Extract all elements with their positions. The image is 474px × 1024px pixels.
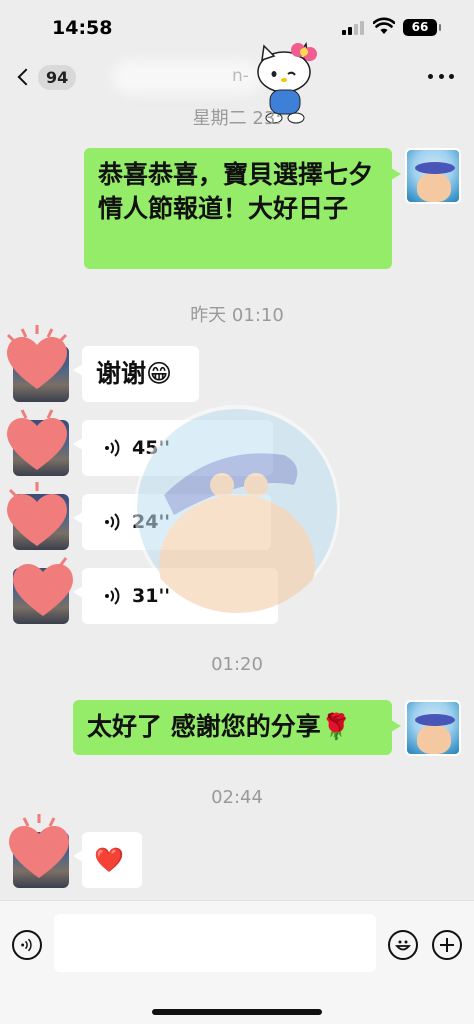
chevron-left-icon [17, 68, 35, 86]
message-bubble-sent[interactable]: 恭喜恭喜，寶貝選擇七夕情人節報道！大好日子 [84, 148, 401, 269]
more-dot-icon [438, 74, 444, 79]
voice-message-bubble[interactable]: 24'' [73, 494, 271, 550]
my-avatar[interactable] [405, 700, 461, 756]
message-bubble-sent[interactable]: 太好了 感謝您的分享🌹 [73, 700, 401, 755]
timestamp: 01:20 [211, 654, 263, 675]
more-dot-icon [449, 74, 454, 79]
voice-input-button[interactable] [12, 930, 42, 960]
back-button[interactable]: 94 [16, 62, 77, 92]
timestamp: 星期二 23: [192, 108, 282, 129]
battery-icon: 66 [403, 19, 441, 36]
status-time: 14:58 [52, 17, 113, 39]
voice-wave-icon [105, 439, 120, 457]
message-bubble-received[interactable]: 谢谢😁 [73, 346, 199, 402]
voice-message-bubble[interactable]: 31'' [73, 568, 278, 624]
timestamp: 02:44 [211, 787, 263, 808]
cellular-signal-icon [342, 21, 366, 35]
chat-header: 94 n- [0, 56, 474, 100]
heart-sticker-icon [9, 814, 69, 878]
heart-sticker-icon [6, 325, 68, 389]
unread-count-badge: 94 [38, 64, 77, 90]
smiley-icon [395, 940, 411, 951]
voice-duration: 45'' [132, 437, 171, 459]
voice-duration: 24'' [132, 511, 171, 533]
message-input[interactable] [54, 914, 376, 972]
voice-wave-icon [105, 513, 120, 531]
status-bar: 14:58 66 [0, 0, 474, 56]
voice-message-bubble[interactable]: 45'' [73, 420, 273, 476]
timestamp: 昨天 01:10 [190, 305, 284, 326]
emoji-button[interactable] [388, 930, 418, 960]
home-indicator [152, 1009, 322, 1015]
plus-icon [440, 938, 454, 952]
heart-sticker-icon [13, 557, 73, 616]
my-avatar[interactable] [405, 148, 461, 204]
more-dot-icon [428, 74, 433, 79]
voice-wave-icon [105, 587, 120, 605]
heart-sticker-icon [7, 482, 67, 546]
more-options-button[interactable] [428, 74, 454, 82]
voice-duration: 31'' [132, 585, 171, 607]
wifi-icon [373, 17, 395, 34]
more-functions-button[interactable] [432, 930, 462, 960]
voice-wave-icon [21, 938, 32, 952]
heart-message-bubble[interactable]: ❤️ [73, 832, 142, 888]
heart-sticker-icon [7, 409, 67, 470]
input-bar [0, 900, 474, 1024]
